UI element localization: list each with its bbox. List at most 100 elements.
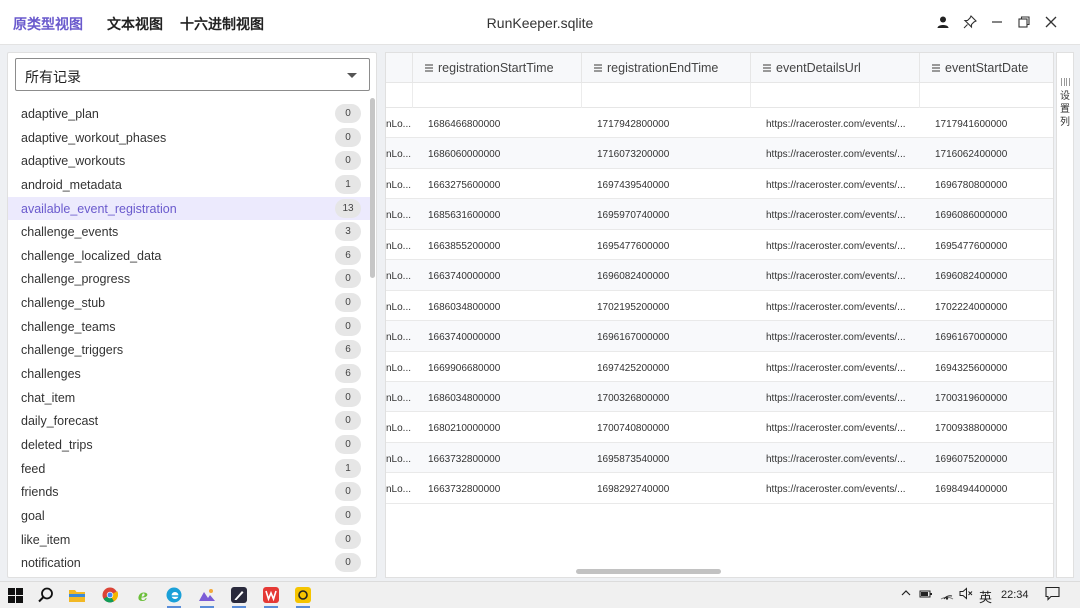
table-cell[interactable]: 1696082400000 (597, 271, 669, 282)
table-row[interactable]: nLo... 1669906680000 1697425200000 https://… (386, 352, 1053, 382)
column-header-registration-end-time[interactable]: registrationEndTime (582, 53, 751, 83)
table-cell[interactable]: https://raceroster.com/events/... (766, 241, 916, 252)
table-cell[interactable]: https://raceroster.com/events/... (766, 423, 916, 434)
column-header-truncated[interactable] (386, 53, 413, 83)
column-menu-icon[interactable] (425, 63, 433, 74)
yellow-app-icon[interactable] (294, 586, 312, 608)
filter-cell[interactable] (413, 83, 582, 108)
table-cell[interactable]: https://raceroster.com/events/... (766, 149, 916, 160)
tab-text-view[interactable]: 文本视图 (107, 14, 163, 34)
table-cell[interactable]: nLo... (386, 180, 411, 191)
table-cell[interactable]: 1700319600000 (935, 393, 1007, 404)
table-list-item[interactable]: challenge_events 3 (8, 220, 370, 244)
table-cell[interactable]: 1695477600000 (935, 241, 1007, 252)
table-cell[interactable]: 1717942800000 (597, 119, 669, 130)
table-cell[interactable]: 1669906680000 (428, 363, 500, 374)
column-menu-icon[interactable] (594, 63, 602, 74)
table-cell[interactable]: https://raceroster.com/events/... (766, 271, 916, 282)
table-list-item[interactable]: adaptive_workouts 0 (8, 149, 370, 173)
table-list-item[interactable]: deleted_trips 0 (8, 433, 370, 457)
table-cell[interactable]: https://raceroster.com/events/... (766, 302, 916, 313)
table-cell[interactable]: 1663275600000 (428, 180, 500, 191)
table-cell[interactable]: 1697425200000 (597, 363, 669, 374)
table-cell[interactable]: nLo... (386, 241, 411, 252)
table-cell[interactable]: 1697439540000 (597, 180, 669, 191)
windows-start-icon[interactable] (6, 586, 24, 604)
column-header-event-start-date[interactable]: eventStartDate (920, 53, 1053, 83)
table-cell[interactable]: 1696082400000 (935, 271, 1007, 282)
table-list-item[interactable]: challenges 6 (8, 362, 370, 386)
table-list-item[interactable]: goal 0 (8, 504, 370, 528)
filter-cell[interactable] (920, 83, 1053, 108)
table-cell[interactable]: 1696780800000 (935, 180, 1007, 191)
table-cell[interactable]: 1680210000000 (428, 423, 500, 434)
table-cell[interactable]: 1685631600000 (428, 210, 500, 221)
pin-icon[interactable] (960, 12, 980, 32)
table-cell[interactable]: 1696167000000 (935, 332, 1007, 343)
table-list-item[interactable]: friends 0 (8, 480, 370, 504)
table-cell[interactable]: 1700740800000 (597, 423, 669, 434)
table-cell[interactable]: nLo... (386, 363, 411, 374)
table-list-item[interactable]: daily_forecast 0 (8, 409, 370, 433)
table-cell[interactable]: 1716073200000 (597, 149, 669, 160)
table-row[interactable]: nLo... 1680210000000 1700740800000 https://… (386, 412, 1053, 443)
table-list-item[interactable]: challenge_triggers 6 (8, 338, 370, 362)
table-cell[interactable]: nLo... (386, 302, 411, 313)
table-cell[interactable]: 1698494400000 (935, 484, 1007, 495)
table-list-item[interactable]: challenge_teams 0 (8, 315, 370, 339)
table-cell[interactable]: nLo... (386, 271, 411, 282)
table-cell[interactable]: 1696086000000 (935, 210, 1007, 221)
column-menu-icon[interactable] (763, 63, 771, 74)
table-list-item[interactable]: adaptive_workout_phases 0 (8, 126, 370, 150)
table-cell[interactable]: https://raceroster.com/events/... (766, 454, 916, 465)
table-cell[interactable]: https://raceroster.com/events/... (766, 393, 916, 404)
table-cell[interactable]: 1702195200000 (597, 302, 669, 313)
table-list-item[interactable]: chat_item 0 (8, 386, 370, 410)
table-cell[interactable]: nLo... (386, 149, 411, 160)
table-row[interactable]: nLo... 1685631600000 1695970740000 https://… (386, 199, 1053, 230)
table-row[interactable]: nLo... 1686034800000 1702195200000 https://… (386, 291, 1053, 322)
table-cell[interactable]: nLo... (386, 332, 411, 343)
table-row[interactable]: nLo... 1663732800000 1698292740000 https://… (386, 473, 1053, 504)
table-cell[interactable]: 1686466800000 (428, 119, 500, 130)
tab-raw-type-view[interactable]: 原类型视图 (13, 14, 83, 34)
table-cell[interactable]: nLo... (386, 119, 411, 130)
table-list-item[interactable]: feed 1 (8, 457, 370, 481)
table-cell[interactable]: nLo... (386, 454, 411, 465)
table-row[interactable]: nLo... 1663732800000 1695873540000 https://… (386, 442, 1053, 474)
column-menu-icon[interactable] (932, 63, 940, 74)
table-list-item[interactable]: adaptive_plan 0 (8, 102, 370, 126)
grid-horizontal-scrollbar[interactable] (576, 569, 721, 574)
table-row[interactable]: nLo... 1663740000000 1696082400000 https://… (386, 260, 1053, 291)
table-cell[interactable]: 1695477600000 (597, 241, 669, 252)
table-cell[interactable]: nLo... (386, 484, 411, 495)
table-list-item[interactable]: android_metadata 1 (8, 173, 370, 197)
maximize-icon[interactable] (1014, 12, 1034, 32)
volume-muted-icon[interactable] (959, 587, 973, 603)
table-cell[interactable]: https://raceroster.com/events/... (766, 363, 916, 374)
table-cell[interactable]: 1663732800000 (428, 484, 500, 495)
table-cell[interactable]: 1686034800000 (428, 302, 500, 313)
table-list-item[interactable]: challenge_stub 0 (8, 291, 370, 315)
table-row[interactable]: nLo... 1663855200000 1695477600000 https://… (386, 230, 1053, 261)
table-cell[interactable]: nLo... (386, 210, 411, 221)
table-cell[interactable]: 1700326800000 (597, 393, 669, 404)
column-header-registration-start-time[interactable]: registrationStartTime (413, 53, 582, 83)
pen-app-icon[interactable] (230, 586, 248, 608)
image-viewer-icon[interactable] (198, 586, 216, 608)
table-cell[interactable]: 1686060000000 (428, 149, 500, 160)
column-header-event-details-url[interactable]: eventDetailsUrl (751, 53, 920, 83)
table-cell[interactable]: https://raceroster.com/events/... (766, 210, 916, 221)
table-cell[interactable]: https://raceroster.com/events/... (766, 332, 916, 343)
table-row[interactable]: nLo... 1663275600000 1697439540000 https://… (386, 169, 1053, 200)
table-list-item[interactable]: like_item 0 (8, 528, 370, 552)
filter-cell[interactable] (582, 83, 751, 108)
table-list-item[interactable]: challenge_progress 0 (8, 267, 370, 291)
table-cell[interactable]: 1698292740000 (597, 484, 669, 495)
table-cell[interactable]: 1663732800000 (428, 454, 500, 465)
ie-browser-icon[interactable]: e (134, 586, 152, 605)
close-icon[interactable] (1041, 12, 1061, 32)
battery-icon[interactable] (919, 588, 933, 603)
input-language-indicator[interactable]: 英 (979, 587, 992, 606)
table-list-scrollbar[interactable] (370, 98, 375, 278)
